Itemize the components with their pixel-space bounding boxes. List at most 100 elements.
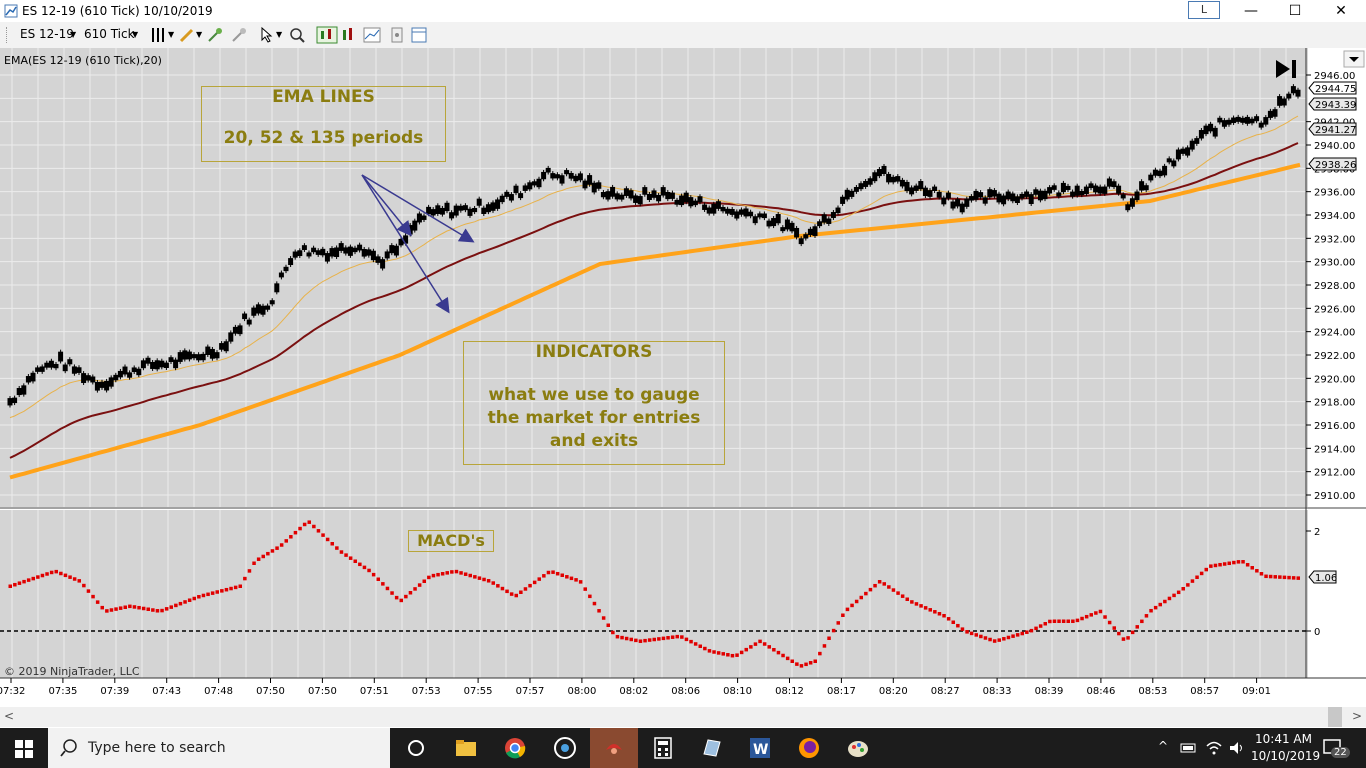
strategies-icon[interactable] (340, 26, 358, 44)
macd-point (440, 572, 445, 576)
wifi-icon[interactable] (1205, 740, 1223, 756)
price-bar (1231, 117, 1237, 124)
window-title: ES 12-19 (610 Tick) 10/10/2019 (22, 4, 213, 18)
clock-date[interactable]: 10/10/2019 (1251, 749, 1320, 763)
volume-icon[interactable] (1228, 740, 1246, 756)
macd-point (546, 570, 551, 575)
clock-time[interactable]: 10:41 AM (1255, 732, 1312, 746)
minimize-button[interactable]: — (1228, 0, 1274, 22)
macd-point (772, 648, 776, 652)
time-tick-label: 07:43 (152, 686, 181, 697)
scroll-thumb[interactable] (1328, 707, 1342, 727)
macd-point (1176, 590, 1181, 595)
chevron-down-icon[interactable]: ▼ (132, 30, 138, 39)
calculator-icon[interactable] (651, 736, 675, 760)
chevron-down-icon[interactable]: ▼ (276, 30, 282, 39)
macd-point (1232, 560, 1236, 565)
layout-button[interactable]: L (1188, 1, 1220, 19)
macd-point (109, 608, 114, 612)
macd-point (804, 662, 808, 667)
taskbar-search-box[interactable]: Type here to search (48, 728, 390, 768)
time-tick-label: 07:53 (412, 686, 441, 697)
price-bar (237, 325, 243, 335)
macd-point (36, 575, 40, 579)
horizontal-scrollbar[interactable]: < > (0, 707, 1366, 727)
macd-point (482, 577, 486, 582)
task-view-icon[interactable] (404, 736, 428, 760)
macd-point (1080, 616, 1084, 621)
macd-point (238, 584, 242, 588)
macd-point (192, 596, 196, 601)
price-bar (311, 247, 317, 253)
price-bar (1088, 183, 1094, 189)
macd-point (574, 578, 578, 582)
battery-icon[interactable] (1180, 741, 1198, 755)
close-button[interactable]: ✕ (1318, 0, 1364, 22)
chevron-down-icon[interactable]: ▼ (196, 30, 202, 39)
crosshair-icon[interactable] (206, 26, 224, 44)
axis-dropdown-button[interactable] (1343, 50, 1365, 68)
price-bar (476, 198, 482, 206)
price-bar (1277, 96, 1283, 106)
ninjatrader-taskbar-item[interactable] (590, 728, 638, 768)
price-bar (324, 253, 330, 262)
macd-point (100, 605, 104, 610)
macd-point (491, 581, 495, 585)
show-hidden-icons[interactable]: ^ (1158, 739, 1168, 753)
macd-point (873, 583, 877, 588)
macd-point (463, 572, 468, 576)
chevron-down-icon[interactable]: ▼ (70, 30, 76, 39)
price-bar (1148, 174, 1154, 181)
scroll-left-icon[interactable]: < (4, 709, 14, 723)
notes-app-icon[interactable] (700, 736, 724, 760)
scroll-right-icon[interactable]: > (1352, 709, 1362, 723)
price-bar (1143, 185, 1149, 191)
time-tick-label: 08:53 (1138, 686, 1167, 697)
magnet-icon[interactable] (230, 26, 248, 44)
indicators-icon[interactable] (363, 26, 381, 44)
price-tick-label: 2934.00 (1314, 211, 1355, 222)
maximize-button[interactable]: ☐ (1272, 0, 1318, 22)
macd-point (247, 569, 252, 573)
file-explorer-icon[interactable] (454, 736, 478, 760)
macd-point (744, 647, 748, 652)
price-bar (803, 234, 809, 239)
price-bar (274, 283, 280, 293)
price-bar (136, 368, 142, 376)
pointer-icon[interactable] (258, 26, 276, 44)
macd-point (670, 635, 675, 639)
data-series-icon[interactable] (316, 26, 338, 44)
price-bar (1070, 191, 1076, 197)
price-bar (904, 181, 910, 192)
chart-trader-icon[interactable] (410, 26, 428, 44)
paint-icon[interactable] (846, 736, 870, 760)
chrome-icon[interactable] (503, 736, 527, 760)
price-bar (163, 362, 169, 369)
zoom-icon[interactable] (288, 26, 306, 44)
instrument-selector[interactable]: ES 12-19 (20, 27, 74, 41)
macd-point (1011, 634, 1015, 638)
firefox-icon[interactable] (797, 736, 821, 760)
macd-point (49, 570, 54, 575)
properties-icon[interactable] (388, 26, 406, 44)
price-bar (131, 367, 137, 372)
price-bar (674, 199, 680, 205)
word-icon[interactable]: W (748, 736, 772, 760)
macd-point (1071, 619, 1075, 623)
cortana-icon[interactable] (553, 736, 577, 760)
macd-panel[interactable] (0, 510, 1308, 678)
windows-start-icon[interactable] (15, 740, 33, 758)
price-tag-ema135: 2938.26 (1308, 157, 1357, 171)
pencil-icon[interactable] (178, 26, 196, 44)
chevron-down-icon[interactable]: ▼ (168, 30, 174, 39)
macd-point (693, 642, 698, 646)
macd-point (417, 583, 422, 587)
bar-type-icon[interactable] (150, 26, 168, 44)
macd-point (132, 605, 137, 609)
price-bar (1047, 187, 1053, 194)
macd-point (178, 601, 183, 606)
macd-point (187, 598, 192, 602)
svg-text:W: W (753, 742, 768, 758)
interval-selector[interactable]: 610 Tick (84, 27, 135, 41)
macd-point (1034, 626, 1038, 631)
